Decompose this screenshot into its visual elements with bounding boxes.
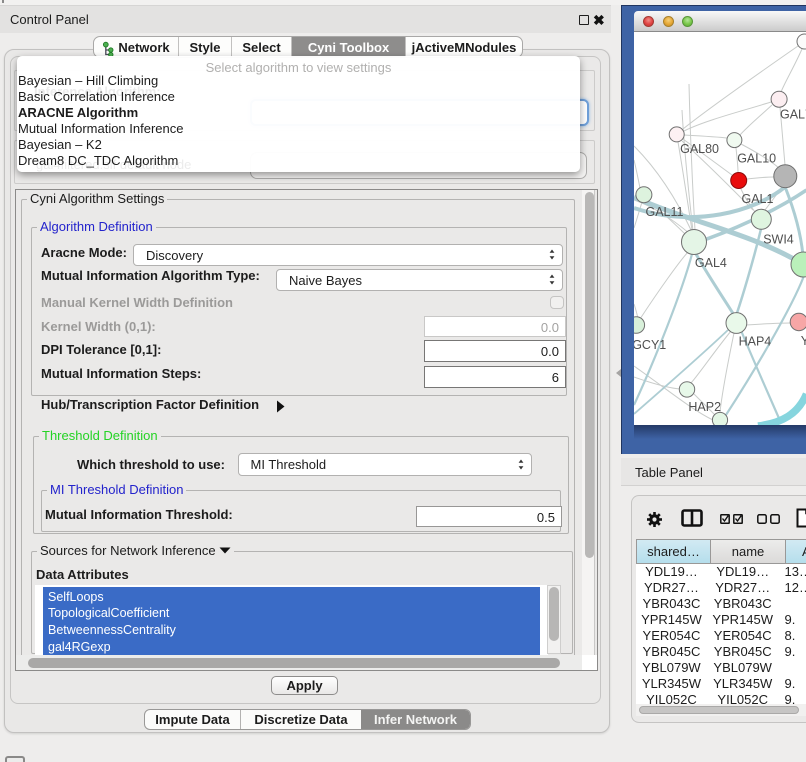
svg-text:GAL80: GAL80: [680, 142, 719, 156]
svg-text:GAL4: GAL4: [694, 256, 726, 270]
svg-text:GAL7: GAL7: [780, 108, 806, 122]
svg-text:GAL11: GAL11: [645, 205, 683, 219]
svg-text:GCY1: GCY1: [634, 338, 666, 352]
svg-text:HAP2: HAP2: [688, 400, 721, 414]
svg-text:HAP4: HAP4: [738, 335, 771, 349]
svg-text:GAL1: GAL1: [741, 192, 773, 206]
svg-text:SWI4: SWI4: [763, 233, 794, 247]
svg-text:Y: Y: [800, 334, 806, 348]
svg-text:GAL10: GAL10: [737, 152, 776, 166]
